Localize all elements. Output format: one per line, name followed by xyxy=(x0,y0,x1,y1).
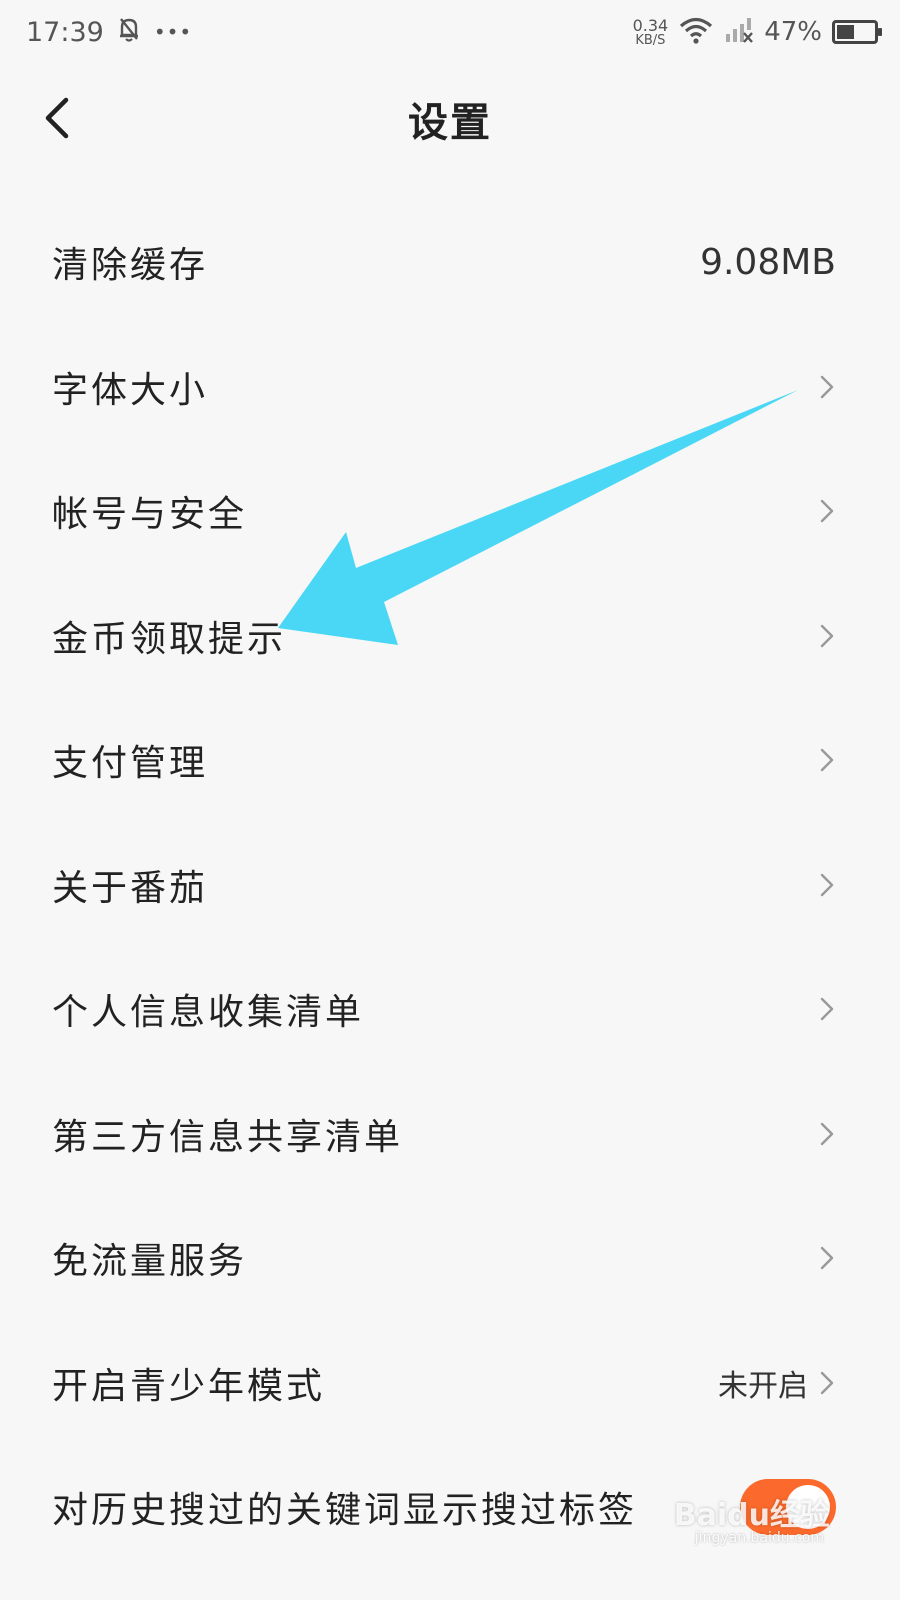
setting-label: 帐号与安全 xyxy=(52,494,248,536)
setting-payment-management[interactable]: 支付管理 xyxy=(0,698,900,823)
setting-label: 支付管理 xyxy=(52,743,209,785)
watermark-logo: Baidu经验 xyxy=(673,1498,830,1533)
no-signal-icon xyxy=(724,16,754,48)
status-bar-left: 17:39 ••• xyxy=(26,16,192,49)
chevron-right-icon xyxy=(820,1371,834,1394)
setting-personal-info-list[interactable]: 个人信息收集清单 xyxy=(0,947,900,1072)
setting-label: 字体大小 xyxy=(52,369,209,411)
battery-icon xyxy=(832,20,882,44)
chevron-right-icon xyxy=(820,873,834,896)
network-speed-value: 0.34 xyxy=(632,15,669,35)
chevron-right-icon xyxy=(820,749,834,772)
setting-clear-cache[interactable]: 清除缓存 9.08MB xyxy=(0,200,900,325)
chevron-right-icon xyxy=(820,1122,834,1145)
setting-label: 关于番茄 xyxy=(52,867,209,909)
setting-teen-mode[interactable]: 开启青少年模式 未开启 xyxy=(0,1321,900,1446)
setting-label: 开启青少年模式 xyxy=(52,1365,326,1407)
teen-mode-status: 未开启 xyxy=(718,1368,808,1404)
chevron-right-icon xyxy=(820,375,834,398)
back-button[interactable] xyxy=(30,92,82,144)
page-title: 设置 xyxy=(408,100,492,146)
settings-list: 清除缓存 9.08MB 字体大小 帐号与安全 金币领取提示 支付管理 关于番茄 xyxy=(0,200,900,1570)
battery-level xyxy=(837,25,854,39)
setting-label: 个人信息收集清单 xyxy=(52,992,365,1034)
chevron-right-icon xyxy=(820,1247,834,1270)
setting-free-data-service[interactable]: 免流量服务 xyxy=(0,1196,900,1321)
setting-label: 免流量服务 xyxy=(52,1241,248,1283)
chevron-right-icon xyxy=(820,624,834,647)
watermark-url: jingyan.baidu.com xyxy=(694,1530,824,1546)
network-speed-unit: KB/S xyxy=(635,32,666,48)
battery-percent: 47% xyxy=(764,17,822,47)
setting-font-size[interactable]: 字体大小 xyxy=(0,325,900,450)
setting-label: 第三方信息共享清单 xyxy=(52,1116,404,1158)
wifi-icon xyxy=(678,16,714,48)
chevron-right-icon xyxy=(820,998,834,1021)
setting-about[interactable]: 关于番茄 xyxy=(0,823,900,948)
more-notifications-icon: ••• xyxy=(153,20,193,44)
bell-off-icon xyxy=(118,16,140,49)
status-bar-right: 0.34 KB/S 47% xyxy=(632,15,882,48)
setting-coin-reminder[interactable]: 金币领取提示 xyxy=(0,574,900,699)
setting-third-party-sharing-list[interactable]: 第三方信息共享清单 xyxy=(0,1072,900,1197)
cache-size-value: 9.08MB xyxy=(700,241,836,283)
nav-header: 设置 xyxy=(0,64,900,174)
chevron-right-icon xyxy=(820,500,834,523)
setting-label: 对历史搜过的关键词显示搜过标签 xyxy=(52,1490,638,1532)
setting-label: 金币领取提示 xyxy=(52,618,287,660)
network-speed: 0.34 KB/S xyxy=(632,15,669,48)
setting-label: 清除缓存 xyxy=(52,245,209,287)
status-bar: 17:39 ••• 0.34 KB/S 47% xyxy=(0,0,900,64)
setting-account-security[interactable]: 帐号与安全 xyxy=(0,449,900,574)
chevron-left-icon xyxy=(45,97,69,139)
clock: 17:39 xyxy=(26,16,104,48)
